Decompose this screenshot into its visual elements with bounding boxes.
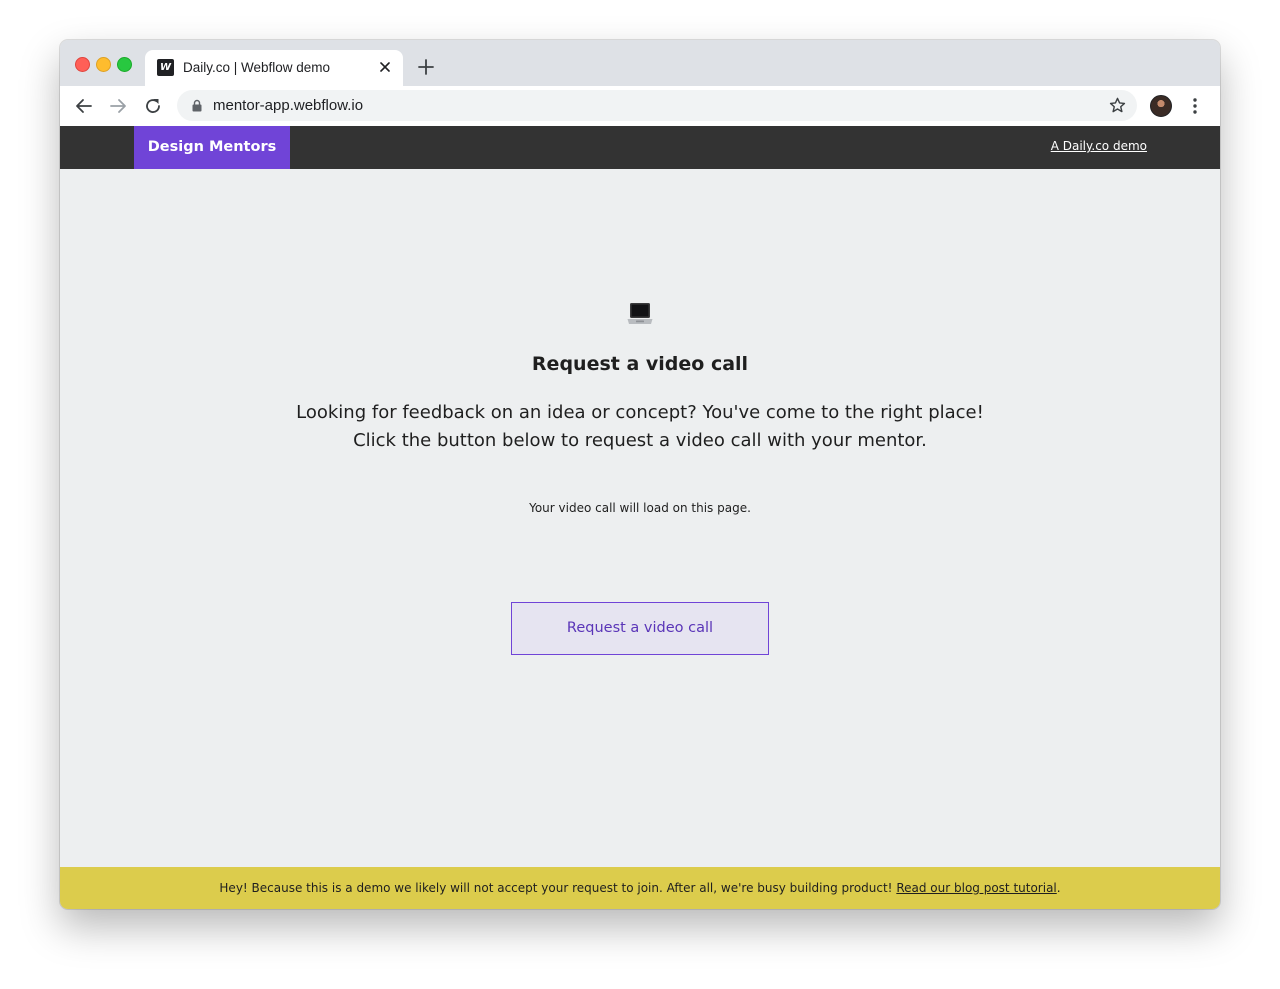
- reload-icon[interactable]: [143, 96, 163, 116]
- load-note: Your video call will load on this page.: [529, 501, 751, 515]
- main-content: Request a video call Looking for feedbac…: [60, 169, 1220, 867]
- page-heading: Request a video call: [531, 353, 749, 375]
- forward-icon[interactable]: [108, 96, 128, 116]
- browser-tab[interactable]: W Daily.co | Webflow demo: [145, 50, 403, 86]
- back-icon[interactable]: [74, 96, 94, 116]
- maximize-window-button[interactable]: [117, 57, 132, 72]
- lead-text: Looking for feedback on an idea or conce…: [60, 399, 1220, 455]
- request-video-call-button[interactable]: Request a video call: [511, 602, 769, 655]
- webflow-favicon-icon: W: [157, 59, 174, 76]
- close-icon[interactable]: [376, 58, 394, 76]
- profile-avatar[interactable]: [1150, 95, 1172, 117]
- banner-text: Hey! Because this is a demo we likely wi…: [219, 881, 893, 895]
- site-navbar: Design Mentors A Daily.co demo: [60, 126, 1220, 169]
- lead-line: Looking for feedback on an idea or conce…: [296, 402, 984, 423]
- laptop-icon: [627, 303, 653, 324]
- url-text[interactable]: mentor-app.webflow.io: [213, 97, 363, 114]
- close-window-button[interactable]: [75, 57, 90, 72]
- address-bar[interactable]: mentor-app.webflow.io: [177, 90, 1137, 121]
- plus-icon[interactable]: [417, 58, 435, 76]
- browser-window: W Daily.co | Webflow demo mentor-app.web…: [60, 40, 1220, 909]
- daily-demo-link[interactable]: A Daily.co demo: [1051, 139, 1147, 153]
- blog-post-link[interactable]: Read our blog post tutorial: [896, 881, 1056, 895]
- minimize-window-button[interactable]: [96, 57, 111, 72]
- demo-banner: Hey! Because this is a demo we likely wi…: [60, 867, 1220, 909]
- menu-icon[interactable]: [1188, 96, 1202, 116]
- lock-icon[interactable]: [191, 99, 203, 112]
- banner-period: .: [1056, 881, 1061, 895]
- lead-line: Click the button below to request a vide…: [353, 430, 927, 451]
- star-icon[interactable]: [1108, 96, 1127, 115]
- browser-toolbar: mentor-app.webflow.io: [60, 86, 1220, 127]
- brand-link[interactable]: Design Mentors: [134, 126, 290, 169]
- tab-strip: W Daily.co | Webflow demo: [60, 40, 1220, 86]
- tab-title: Daily.co | Webflow demo: [183, 60, 331, 75]
